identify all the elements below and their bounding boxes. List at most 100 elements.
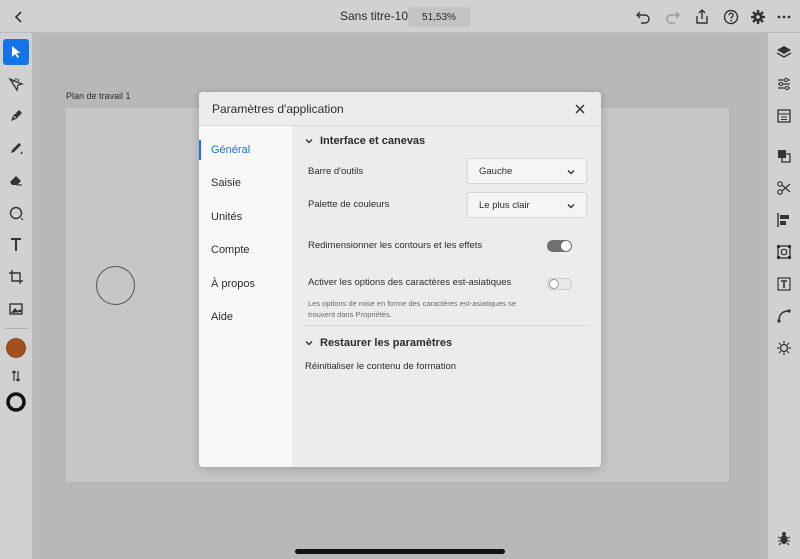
resize-strokes-label: Redimensionner les contours et les effet… [308,240,483,251]
redo-button[interactable] [662,6,684,28]
share-button[interactable] [691,6,713,28]
east-asian-options-toggle[interactable] [547,278,572,290]
fill-color-swatch[interactable] [3,335,29,361]
more-icon [777,15,791,19]
palette-label: Palette de couleurs [308,199,390,210]
dialog-title: Paramètres d'application [212,102,344,116]
sliders-icon [778,77,790,91]
undo-icon [636,11,650,24]
document-title[interactable]: Sans titre-10 [340,9,408,23]
pathfinder-button[interactable] [771,175,797,201]
layers-icon [776,46,792,58]
transform-button[interactable] [771,239,797,265]
text-icon [11,238,21,251]
pen-icon [11,110,22,121]
chevron-left-icon [14,11,22,23]
scissors-icon [777,181,791,195]
effects-icon [777,341,791,355]
nav-item-input[interactable]: Saisie [199,171,292,195]
chevron-down-icon[interactable] [304,338,314,348]
arrange-button[interactable] [771,143,797,169]
artboard-label[interactable]: Plan de travail 1 [66,91,131,101]
crop-tool[interactable] [3,264,29,290]
east-asian-options-label: Activer les options des caractères est-a… [308,277,512,288]
gear-icon [751,10,765,24]
home-indicator[interactable] [295,549,505,554]
dialog-header: Paramètres d'application [199,92,601,126]
nav-item-general[interactable]: Général [199,138,292,162]
path-curve-icon [777,309,791,323]
section-divider [304,325,589,326]
align-button[interactable] [771,207,797,233]
effects-button[interactable] [771,335,797,361]
share-icon [696,9,708,24]
stroke-color-swatch[interactable] [3,389,29,415]
chevron-down-icon[interactable] [304,136,314,146]
toggle-knob [549,279,559,289]
section-restore-title[interactable]: Restaurer les paramètres [320,337,452,349]
back-button[interactable] [8,6,30,28]
ellipse-icon [9,206,24,221]
stroke-swatch-icon [6,392,26,412]
path-button[interactable] [771,303,797,329]
select-tool[interactable] [3,39,29,65]
shape-tool[interactable] [3,200,29,226]
nav-item-about[interactable]: À propos [199,272,292,296]
direct-select-tool[interactable] [3,71,29,97]
close-button[interactable] [571,100,589,118]
arrow-pointer-icon [12,46,21,58]
layers-button[interactable] [771,39,797,65]
settings-nav: Général Saisie Unités Compte À propos Ai… [199,126,292,467]
toolbar-position-select[interactable]: Gauche [467,158,587,184]
fill-swatch-icon [6,338,26,358]
eraser-icon [10,176,22,186]
type-icon [777,277,791,291]
bug-icon [777,532,791,546]
nav-item-account[interactable]: Compte [199,238,292,262]
arrange-icon [778,150,791,163]
toolbar-position-value: Gauche [479,166,513,177]
nav-item-help[interactable]: Aide [199,305,292,329]
libraries-button[interactable] [771,103,797,129]
transform-icon [777,245,791,259]
section-interface-title[interactable]: Interface et canevas [320,135,425,147]
redo-icon [666,11,680,24]
color-palette-value: Le plus clair [479,200,530,211]
color-palette-select[interactable]: Le plus clair [467,192,587,218]
direct-select-icon [8,77,24,92]
library-icon [777,109,791,123]
left-toolbar [0,33,33,559]
resize-strokes-toggle[interactable] [547,240,572,252]
settings-panel: Interface et canevas Barre d'outils Gauc… [292,126,601,467]
reset-training-content-link[interactable]: Réinitialiser le contenu de formation [305,361,456,372]
pen-tool[interactable] [3,103,29,129]
pencil-icon [11,143,23,155]
help-icon [723,9,739,25]
image-tool[interactable] [3,296,29,322]
ellipse-shape[interactable] [96,266,135,305]
properties-button[interactable] [771,71,797,97]
settings-button[interactable] [747,6,769,28]
text-tool[interactable] [3,232,29,258]
crop-icon [9,270,23,284]
nav-item-units[interactable]: Unités [199,205,292,229]
right-toolbar [767,33,800,559]
close-icon [575,104,585,114]
undo-button[interactable] [632,6,654,28]
toggle-knob [561,241,571,251]
bug-report-button[interactable] [771,525,797,551]
east-asian-help-text: Les options de mise en forme des caractè… [308,299,517,319]
swap-colors-button[interactable] [3,363,29,389]
toolbar-divider [5,328,28,329]
help-button[interactable] [720,6,742,28]
eraser-tool[interactable] [3,167,29,193]
more-button[interactable] [773,6,795,28]
toolbar-label: Barre d'outils [308,166,364,177]
top-bar: Sans titre-10 51,53% [0,0,800,33]
chevron-down-icon [567,170,575,175]
swap-arrows-icon [11,370,21,382]
chevron-down-icon [567,204,575,209]
pencil-tool[interactable] [3,135,29,161]
type-properties-button[interactable] [771,271,797,297]
zoom-level[interactable]: 51,53% [408,7,470,27]
